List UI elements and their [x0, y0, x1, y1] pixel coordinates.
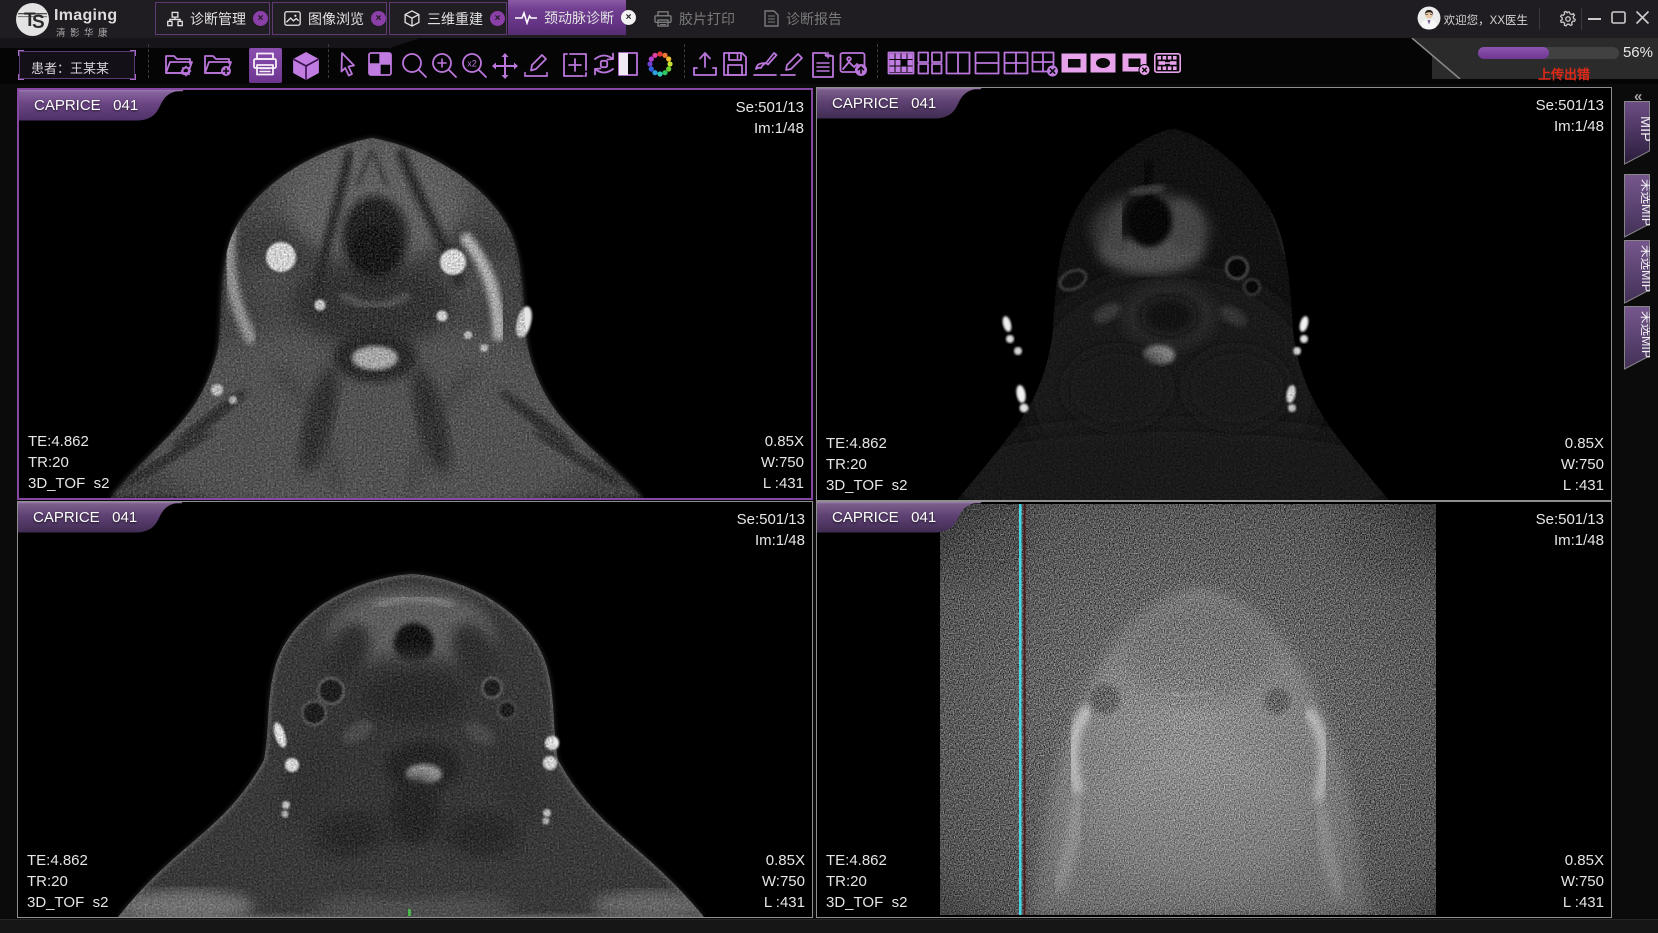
svg-text:未选MIP: 未选MIP: [1639, 245, 1650, 292]
svg-text:未选MIP: 未选MIP: [1639, 311, 1650, 358]
svg-text:MIP: MIP: [1637, 116, 1650, 142]
svg-text:未选MIP: 未选MIP: [1639, 179, 1650, 226]
